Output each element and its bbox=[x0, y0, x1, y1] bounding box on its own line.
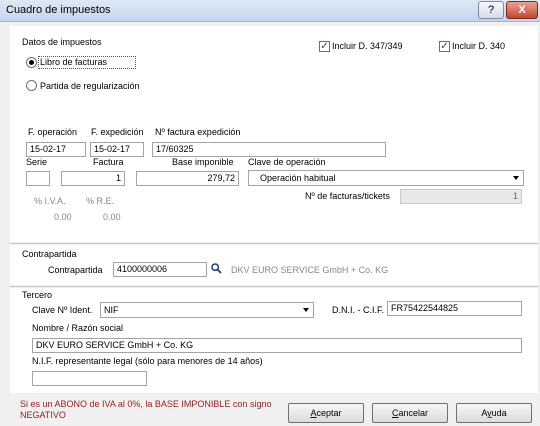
contrapartida-desc: DKV EURO SERVICE GmbH + Co. KG bbox=[231, 265, 389, 275]
ayuda-label-rest: uda bbox=[491, 408, 507, 418]
aceptar-button[interactable]: Aceptar bbox=[288, 403, 364, 423]
base-input[interactable]: 279,72 bbox=[136, 171, 239, 186]
abono-note: Si es un ABONO de IVA al 0%, la BASE IMP… bbox=[20, 399, 272, 420]
f-operacion-label: F. operación bbox=[28, 127, 78, 137]
nif-rep-label: N.I.F. representante legal (sólo para me… bbox=[32, 356, 263, 366]
dni-input[interactable]: FR75422544825 bbox=[387, 301, 522, 316]
base-label: Base imponible bbox=[172, 157, 234, 167]
factura-input[interactable]: 1 bbox=[61, 171, 125, 186]
clave-value: Operación habitual bbox=[260, 173, 336, 183]
window-title: Cuadro de impuestos bbox=[6, 4, 111, 16]
clave-ident-select[interactable]: NIF bbox=[100, 302, 314, 318]
f-operacion-input[interactable]: 15-02-17 bbox=[26, 142, 86, 157]
chk-340-checkbox[interactable]: ✓ bbox=[439, 41, 450, 52]
close-button[interactable]: X bbox=[506, 1, 538, 19]
nombre-label: Nombre / Razón social bbox=[32, 323, 124, 333]
search-icon[interactable] bbox=[211, 263, 222, 274]
contrapartida-input[interactable]: 4100000006 bbox=[113, 262, 207, 277]
nfactura-label: Nº factura expedición bbox=[155, 127, 241, 137]
clave-ident-label: Clave Nº Ident. bbox=[32, 305, 93, 315]
dni-label: D.N.I. - C.I.F. bbox=[332, 305, 385, 315]
radio-partida[interactable] bbox=[26, 80, 37, 91]
help-button[interactable]: ? bbox=[478, 1, 504, 19]
iva-label: % I.V.A. bbox=[34, 196, 66, 206]
factura-label: Factura bbox=[93, 157, 124, 167]
nfactura-input[interactable]: 17/60325 bbox=[152, 142, 386, 157]
radio-partida-label[interactable]: Partida de regularización bbox=[40, 81, 140, 91]
clave-label: Clave de operación bbox=[248, 157, 326, 167]
nfacturas-label: Nº de facturas/tickets bbox=[305, 191, 390, 201]
separator bbox=[10, 286, 538, 287]
aceptar-label: ceptar bbox=[316, 408, 342, 418]
contrapartida-label: Contrapartida bbox=[48, 265, 103, 275]
clave-ident-value: NIF bbox=[104, 305, 119, 315]
chevron-down-icon bbox=[303, 308, 309, 312]
chk-347-label: Incluir D. 347/349 bbox=[332, 41, 403, 51]
serie-label: Serie bbox=[26, 157, 48, 167]
radio-libro[interactable] bbox=[26, 57, 37, 68]
separator bbox=[10, 243, 538, 244]
contrapartida-section-label: Contrapartida bbox=[22, 249, 77, 259]
chk-347-checkbox[interactable]: ✓ bbox=[319, 41, 330, 52]
nfacturas-input: 1 bbox=[400, 189, 522, 204]
tercero-section-label: Tercero bbox=[22, 290, 53, 300]
clave-select[interactable]: Operación habitual bbox=[248, 170, 524, 186]
nif-rep-input[interactable] bbox=[32, 371, 147, 386]
datos-section-label: Datos de impuestos bbox=[22, 37, 102, 47]
chevron-down-icon bbox=[513, 176, 519, 180]
serie-input[interactable] bbox=[26, 171, 50, 186]
f-expedicion-label: F. expedición bbox=[91, 127, 144, 137]
title-bar: Cuadro de impuestos ? X bbox=[0, 0, 540, 22]
cancelar-button[interactable]: Cancelar bbox=[372, 403, 448, 423]
re-value: 0.00 bbox=[103, 212, 121, 222]
re-label: % R.E. bbox=[86, 196, 115, 206]
ayuda-button[interactable]: Ayuda bbox=[456, 403, 532, 423]
f-expedicion-input[interactable]: 15-02-17 bbox=[90, 142, 144, 157]
nombre-input[interactable]: DKV EURO SERVICE GmbH + Co. KG bbox=[32, 338, 522, 353]
iva-value: 0.00 bbox=[54, 212, 72, 222]
radio-libro-label[interactable]: Libro de facturas bbox=[40, 57, 107, 67]
chk-340-label: Incluir D. 340 bbox=[452, 41, 506, 51]
cancelar-label: ancelar bbox=[398, 408, 429, 418]
